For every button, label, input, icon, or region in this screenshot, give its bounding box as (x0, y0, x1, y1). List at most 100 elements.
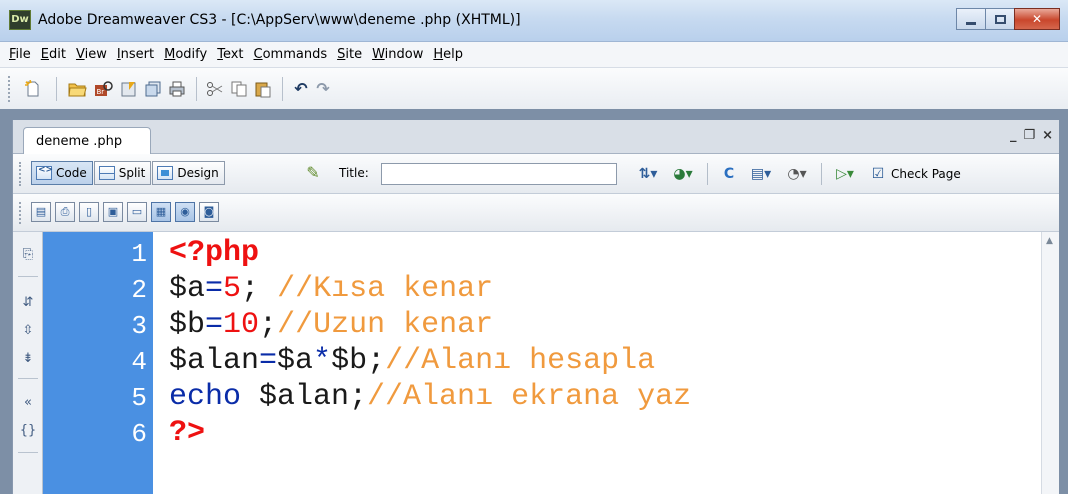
toolbar-grip[interactable] (8, 76, 12, 102)
view-switcher: Code Split Design (31, 161, 225, 185)
collapse-selection-icon[interactable]: ⇳ (19, 322, 37, 340)
document-toolbar: Code Split Design ✎ Title: ⇅▾ ◕▾ C ▤▾ ◔▾… (13, 154, 1059, 194)
code-line[interactable]: echo $alan;//Alanı ekrana yaz (169, 380, 691, 416)
split-view-icon (98, 166, 115, 180)
code-line[interactable]: ?> (169, 416, 205, 452)
redo-icon[interactable]: ↷ (312, 78, 334, 100)
code-token: 5 (223, 272, 242, 306)
menu-site[interactable]: Site (332, 47, 367, 62)
scroll-up-icon[interactable]: ▲ (1046, 236, 1053, 246)
menu-view[interactable]: View (71, 47, 112, 62)
code-token: ?> (169, 416, 206, 450)
phone-preview-icon[interactable]: ▯ (79, 202, 99, 222)
screen-preview-icon[interactable]: ▦ (151, 202, 171, 222)
print-icon[interactable] (166, 78, 188, 100)
dreamweaver-logo: Dw (9, 10, 31, 30)
menu-text[interactable]: Text (212, 47, 248, 62)
minimize-icon (966, 21, 976, 25)
menu-insert[interactable]: Insert (112, 47, 159, 62)
code-view-icon (36, 165, 53, 180)
toolbar-separator (196, 77, 197, 101)
projection-preview-icon[interactable]: ▭ (127, 202, 147, 222)
layout-mode-icon[interactable]: ▤ (31, 202, 51, 222)
menu-commands[interactable]: Commands (249, 47, 333, 62)
check-page-button[interactable]: Check Page (891, 164, 961, 184)
new-file-icon[interactable] (22, 78, 44, 100)
document-tab[interactable]: deneme .php (23, 127, 151, 155)
line-number: 4 (131, 347, 147, 377)
select-parent-tag-icon[interactable]: « (19, 394, 37, 412)
code-token: //Uzun kenar (277, 308, 494, 342)
view-options-icon[interactable]: ▤▾ (747, 164, 775, 184)
handheld-preview-icon[interactable]: ▣ (103, 202, 123, 222)
code-token: $a (277, 344, 314, 378)
toolbar-separator (18, 276, 38, 277)
svg-text:Br: Br (97, 88, 105, 96)
code-token: ; (259, 308, 278, 342)
code-view-label: Code (56, 166, 87, 180)
design-view-label: Design (177, 166, 219, 180)
undo-icon[interactable]: ↶ (290, 78, 312, 100)
save-icon[interactable] (118, 78, 140, 100)
refresh-icon[interactable]: C (719, 164, 739, 184)
live-data-icon[interactable]: ✎ (301, 162, 325, 184)
design-view-icon (157, 166, 174, 180)
validate-markup-icon[interactable]: ▷▾ (831, 164, 859, 184)
check-browser-icon[interactable]: ☑ (867, 164, 889, 184)
browse-in-bridge-icon[interactable]: Br (92, 78, 114, 100)
line-number: 6 (131, 419, 147, 449)
code-editor[interactable]: ⎘ ⇵ ⇳ ⇟ « {} 123456 <?php $a=5; //Kısa ke… (13, 232, 1059, 494)
file-management-icon[interactable]: ⇅▾ (635, 164, 661, 184)
menu-window[interactable]: Window (367, 47, 428, 62)
document-restore-icon[interactable]: ❐ (1023, 128, 1035, 143)
code-token: //Alanı hesapla (385, 344, 656, 378)
copy-icon[interactable] (228, 78, 250, 100)
design-view-button[interactable]: Design (152, 161, 225, 185)
code-token: $alan; (259, 380, 368, 414)
code-token: //Alanı ekrana yaz (367, 380, 692, 414)
print-preview-icon[interactable]: ⎙ (55, 202, 75, 222)
collapse-full-tag-icon[interactable]: ⇵ (19, 294, 37, 312)
code-line[interactable]: $a=5; //Kısa kenar (169, 272, 493, 308)
close-button[interactable]: ✕ (1014, 8, 1060, 30)
title-bar: Dw Adobe Dreamweaver CS3 - [C:\AppServ\w… (0, 0, 1068, 42)
toolbar-grip[interactable] (19, 202, 23, 224)
toolbar-grip[interactable] (19, 162, 23, 186)
maximize-button[interactable] (985, 8, 1015, 30)
code-line[interactable]: <?php (169, 236, 259, 272)
visual-aids-icon[interactable]: ◔▾ (783, 164, 811, 184)
tv-preview-icon[interactable]: ◉ (175, 202, 195, 222)
save-all-icon[interactable] (142, 78, 164, 100)
toolbar-separator (18, 378, 38, 379)
toolbar-separator (18, 452, 38, 453)
minimize-button[interactable] (956, 8, 986, 30)
expand-all-icon[interactable]: ⇟ (19, 350, 37, 368)
code-line[interactable]: $alan=$a*$b;//Alanı hesapla (169, 344, 655, 380)
menu-bar: File Edit View Insert Modify Text Commands Site… (0, 42, 1068, 68)
cut-icon[interactable] (204, 78, 226, 100)
menu-help[interactable]: Help (428, 47, 468, 62)
vertical-scrollbar[interactable]: ▲ (1041, 232, 1059, 494)
code-view-button[interactable]: Code (31, 161, 93, 185)
toolbar-separator (282, 77, 283, 101)
css-styles-icon[interactable]: ◙ (199, 202, 219, 222)
window-controls: ✕ (956, 8, 1060, 30)
toolbar-separator (56, 77, 57, 101)
document-close-icon[interactable]: × (1042, 128, 1053, 143)
code-token: <?php (169, 236, 260, 270)
code-line[interactable]: $b=10;//Uzun kenar (169, 308, 493, 344)
code-token: = (205, 308, 224, 342)
document-minimize-icon[interactable]: _ (1010, 128, 1017, 143)
open-documents-icon[interactable]: ⎘ (19, 246, 37, 264)
title-input[interactable] (381, 163, 617, 185)
paste-icon[interactable] (252, 78, 274, 100)
balance-braces-icon[interactable]: {} (19, 422, 37, 440)
coding-options-toolbar: ▤ ⎙ ▯ ▣ ▭ ▦ ◉ ◙ (13, 194, 1059, 232)
menu-modify[interactable]: Modify (159, 47, 212, 62)
split-view-button[interactable]: Split (93, 161, 152, 185)
open-file-icon[interactable] (66, 78, 88, 100)
menu-edit[interactable]: Edit (36, 47, 71, 62)
title-label: Title: (339, 166, 369, 180)
menu-file[interactable]: File (4, 47, 36, 62)
preview-in-browser-icon[interactable]: ◕▾ (669, 164, 697, 184)
